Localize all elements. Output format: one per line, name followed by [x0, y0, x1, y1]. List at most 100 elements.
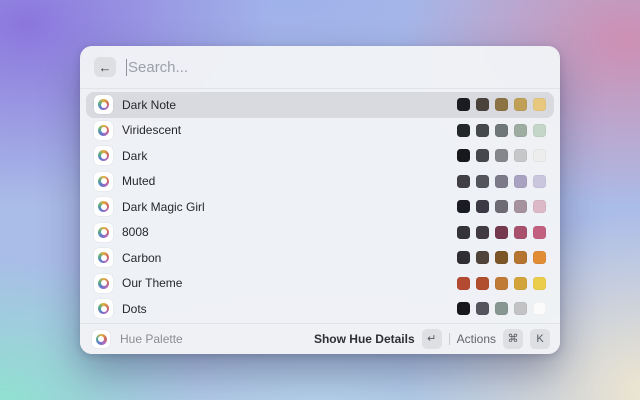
search-input[interactable]	[128, 58, 546, 76]
color-swatch	[533, 302, 546, 316]
swatch-group	[457, 276, 546, 290]
hue-palette-icon	[94, 171, 113, 191]
footer-bar: Hue Palette Show Hue Details ↵ Actions ⌘…	[80, 323, 560, 354]
palette-row[interactable]: Dark Magic Girl	[86, 194, 554, 220]
color-swatch	[514, 123, 527, 137]
search-wrap	[126, 58, 546, 76]
color-swatch	[476, 149, 489, 163]
hue-palette-icon	[94, 299, 113, 319]
hue-palette-icon	[94, 146, 113, 166]
hue-palette-icon	[94, 120, 113, 140]
color-swatch	[533, 276, 546, 290]
color-swatch	[457, 98, 470, 112]
back-button[interactable]: ←	[94, 57, 116, 77]
color-swatch	[476, 225, 489, 239]
swatch-group	[457, 225, 546, 239]
palette-row[interactable]: 8008	[86, 220, 554, 246]
hue-palette-icon	[92, 330, 110, 348]
color-swatch	[476, 251, 489, 265]
hue-palette-icon	[94, 273, 113, 293]
swatch-group	[457, 200, 546, 214]
color-swatch	[495, 98, 508, 112]
color-swatch	[457, 174, 470, 188]
color-swatch	[457, 251, 470, 265]
palette-list: Dark Note Viridescent Dark Muted Dark Ma…	[80, 89, 560, 323]
color-swatch	[514, 200, 527, 214]
hue-palette-icon	[94, 95, 113, 115]
color-swatch	[495, 251, 508, 265]
extension-name: Hue Palette	[120, 332, 183, 346]
color-swatch	[514, 98, 527, 112]
hue-palette-icon	[94, 222, 113, 242]
text-caret	[126, 58, 127, 76]
hue-ring-icon	[98, 303, 109, 315]
color-swatch	[457, 123, 470, 137]
footer-actions: Show Hue Details ↵ Actions ⌘ K	[314, 329, 550, 349]
k-keycap: K	[530, 329, 550, 349]
color-swatch	[533, 174, 546, 188]
swatch-group	[457, 149, 546, 163]
color-swatch	[476, 302, 489, 316]
color-swatch	[514, 251, 527, 265]
color-swatch	[514, 276, 527, 290]
palette-row[interactable]: Dark	[86, 143, 554, 169]
color-swatch	[533, 98, 546, 112]
palette-row[interactable]: Muted	[86, 169, 554, 195]
color-swatch	[495, 123, 508, 137]
hue-ring-icon	[98, 201, 109, 213]
swatch-group	[457, 251, 546, 265]
color-swatch	[514, 302, 527, 316]
color-swatch	[495, 276, 508, 290]
color-swatch	[495, 302, 508, 316]
return-keycap: ↵	[421, 329, 442, 349]
palette-name: Dark	[122, 148, 148, 163]
swatch-group	[457, 98, 546, 112]
color-swatch	[476, 200, 489, 214]
command-keycap: ⌘	[503, 329, 523, 349]
palette-row[interactable]: Dark Note	[86, 92, 554, 118]
color-swatch	[533, 225, 546, 239]
hue-ring-icon	[98, 277, 109, 289]
color-swatch	[457, 225, 470, 239]
palette-name: Carbon	[122, 250, 162, 265]
palette-name: Dark Magic Girl	[122, 199, 205, 214]
palette-row[interactable]: Dots	[86, 296, 554, 322]
color-swatch	[457, 200, 470, 214]
hue-palette-icon	[94, 197, 113, 217]
color-swatch	[476, 276, 489, 290]
palette-row[interactable]: Viridescent	[86, 118, 554, 144]
color-swatch	[476, 98, 489, 112]
color-swatch	[495, 174, 508, 188]
color-swatch	[514, 149, 527, 163]
color-swatch	[533, 251, 546, 265]
footer-divider	[448, 333, 450, 345]
actions-menu-label[interactable]: Actions	[457, 332, 496, 346]
hue-ring-icon	[95, 333, 107, 345]
color-swatch	[457, 302, 470, 316]
color-swatch	[533, 200, 546, 214]
color-swatch	[533, 149, 546, 163]
color-swatch	[476, 174, 489, 188]
color-swatch	[514, 225, 527, 239]
swatch-group	[457, 123, 546, 137]
palette-row[interactable]: Carbon	[86, 245, 554, 271]
color-swatch	[457, 149, 470, 163]
primary-action-label[interactable]: Show Hue Details	[314, 332, 415, 346]
palette-name: Viridescent	[122, 123, 182, 138]
palette-row[interactable]: Our Theme	[86, 271, 554, 297]
hue-ring-icon	[98, 150, 109, 162]
command-palette-window: ← Dark Note Viridescent Dark	[80, 46, 560, 354]
hue-ring-icon	[98, 226, 109, 238]
color-swatch	[476, 123, 489, 137]
hue-ring-icon	[98, 99, 109, 111]
hue-ring-icon	[98, 252, 109, 264]
palette-name: Our Theme	[122, 276, 183, 291]
hue-palette-icon	[94, 248, 113, 268]
color-swatch	[514, 174, 527, 188]
palette-name: Dots	[122, 301, 147, 316]
hue-ring-icon	[98, 175, 109, 187]
palette-name: 8008	[122, 225, 149, 240]
color-swatch	[457, 276, 470, 290]
palette-name: Muted	[122, 174, 156, 189]
back-arrow-icon: ←	[98, 59, 112, 75]
